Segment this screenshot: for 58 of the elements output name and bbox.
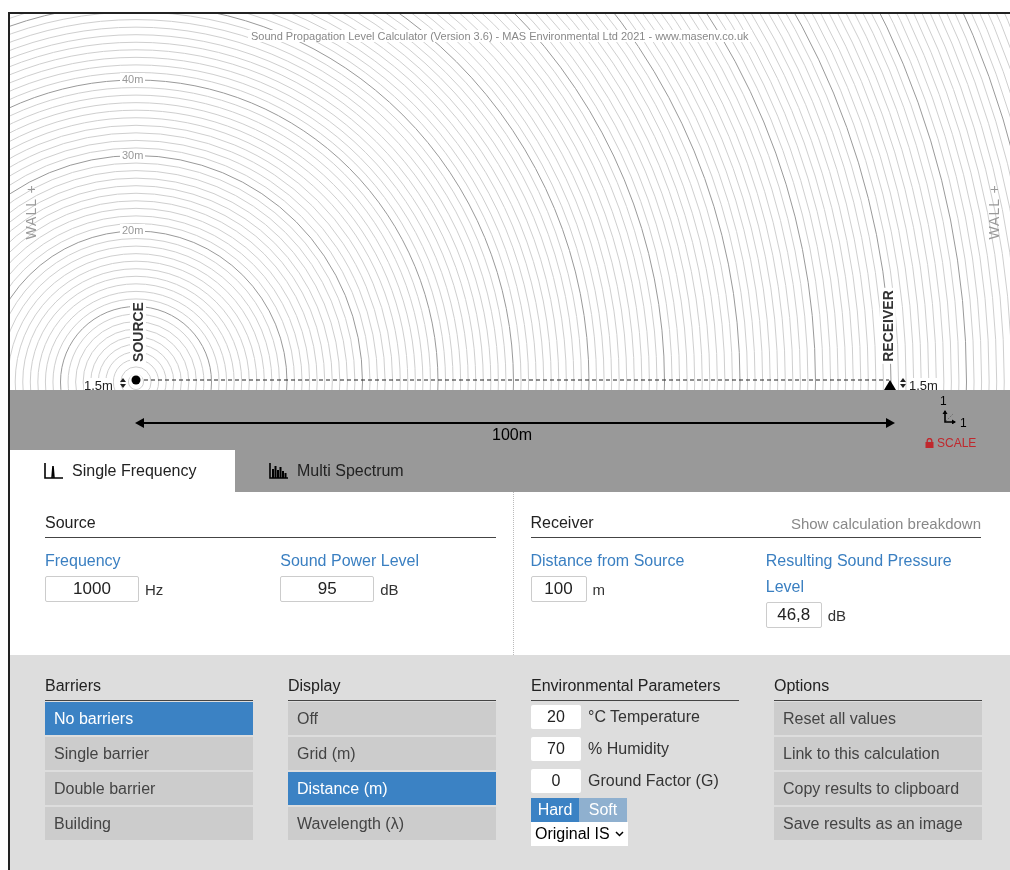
barrier-option[interactable]: Building bbox=[45, 807, 253, 840]
section-heading: Options bbox=[774, 677, 982, 701]
breakdown-link[interactable]: Show calculation breakdown bbox=[790, 515, 981, 532]
display-option[interactable]: Grid (m) bbox=[288, 737, 496, 770]
unit-label: Hz bbox=[145, 580, 164, 598]
section-heading: Receiver bbox=[530, 514, 594, 532]
height-arrow-icon[interactable] bbox=[120, 378, 126, 388]
height-label: 1.5m bbox=[84, 378, 113, 390]
option-button[interactable]: Copy results to clipboard bbox=[774, 772, 982, 805]
input-field[interactable]: 1000 bbox=[45, 576, 139, 602]
distance-label: 20m bbox=[120, 224, 146, 236]
field-label: °C Temperature bbox=[588, 708, 700, 726]
field-label: % Humidity bbox=[588, 740, 669, 758]
app-title: Sound Propagation Level Calculator (Version 3.6) - MAS Environmental Ltd 2021 - www.masenv.co.uk bbox=[248, 30, 752, 42]
scale-value: 1 bbox=[960, 416, 967, 430]
unit-label: dB bbox=[827, 606, 847, 624]
display-option[interactable]: Distance (m) bbox=[288, 772, 496, 805]
height-label: 1.5m bbox=[909, 378, 938, 390]
option-button[interactable]: Link to this calculation bbox=[774, 737, 982, 770]
axes-icon[interactable] bbox=[942, 410, 956, 424]
field-label: Frequency bbox=[45, 551, 122, 571]
barrier-option[interactable]: Single barrier bbox=[45, 737, 253, 770]
receiver-label: RECEIVER bbox=[879, 288, 896, 364]
section-heading: Barriers bbox=[45, 677, 253, 701]
scale-value: 1 bbox=[940, 394, 947, 408]
source-marker[interactable] bbox=[129, 373, 143, 387]
option-button[interactable]: Save results as an image bbox=[774, 807, 982, 840]
barrier-option[interactable]: No barriers bbox=[45, 702, 253, 735]
unit-label: dB bbox=[380, 580, 399, 598]
distance-label: 40m bbox=[120, 73, 146, 85]
chevron-down-icon bbox=[614, 831, 624, 837]
field-label: Resulting Sound Pressure Level bbox=[765, 551, 953, 597]
input-field[interactable]: 20 bbox=[531, 705, 581, 729]
single-peak-icon bbox=[44, 463, 64, 479]
unit-label: m bbox=[592, 580, 605, 598]
mode-tab[interactable]: Single Frequency bbox=[10, 450, 235, 492]
section-heading: Display bbox=[288, 677, 496, 701]
field-label: Distance from Source bbox=[530, 551, 686, 571]
scale-label: SCALE bbox=[937, 436, 977, 450]
source-label: SOURCE bbox=[129, 300, 146, 364]
field-label: Sound Power Level bbox=[280, 551, 420, 571]
input-field[interactable]: 0 bbox=[531, 769, 581, 793]
option-button[interactable]: Reset all values bbox=[774, 702, 982, 735]
input-field[interactable]: 95 bbox=[280, 576, 375, 602]
input-field[interactable]: 100 bbox=[530, 576, 587, 602]
bar-chart-icon bbox=[269, 463, 289, 479]
height-arrow-icon[interactable] bbox=[900, 378, 906, 388]
input-field[interactable]: 70 bbox=[531, 737, 581, 761]
distance-value: 100m bbox=[492, 426, 533, 444]
section-heading: Source bbox=[45, 514, 96, 532]
ground-toggle[interactable]: Hard bbox=[531, 798, 579, 822]
method-dropdown[interactable]: Original IS bbox=[531, 822, 628, 846]
input-field[interactable]: 46,8 bbox=[765, 602, 822, 628]
section-heading: Environmental Parameters bbox=[531, 677, 739, 701]
display-option[interactable]: Wavelength (λ) bbox=[288, 807, 496, 840]
display-option[interactable]: Off bbox=[288, 702, 496, 735]
field-label: Ground Factor (G) bbox=[588, 772, 719, 790]
barrier-option[interactable]: Double barrier bbox=[45, 772, 253, 805]
